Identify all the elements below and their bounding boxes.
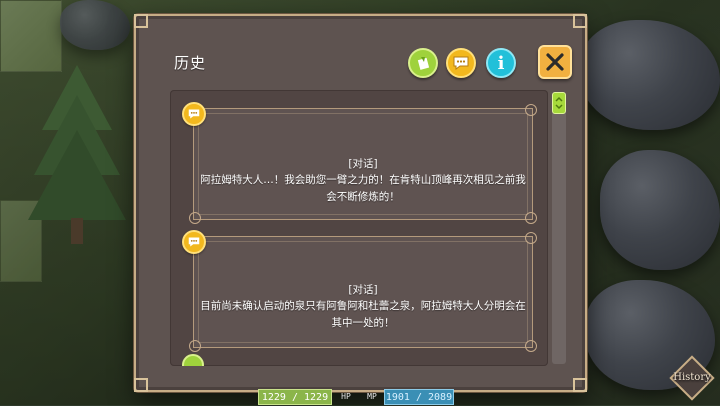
scrollbar-track[interactable] [552, 92, 566, 364]
scroll-arrows-icon [555, 96, 563, 110]
close-x-icon [546, 53, 564, 71]
history-button[interactable]: History [668, 355, 716, 402]
close-button[interactable] [538, 45, 572, 79]
mp-value: 1901 / 2089 [384, 389, 454, 405]
flourish [525, 104, 537, 116]
filter-dialogue-button[interactable] [446, 48, 476, 78]
scrollbar-thumb[interactable] [552, 92, 566, 114]
frame-corner [134, 378, 148, 392]
hp-label: HP [341, 392, 351, 401]
frame-corner [134, 14, 148, 28]
flourish [525, 232, 537, 244]
entry-type-tag: [对话] [348, 158, 378, 170]
history-window: 历史 i [对话] 阿拉姆特大人…！我会助您一臂之力的！在肯特山顶峰再次相见之前… [134, 14, 587, 392]
filter-notes-button[interactable] [408, 48, 438, 78]
entry-text: 目前尚未确认启动的泉只有阿鲁阿和杜蕾之泉，阿拉姆特大人分明会在 其中一处的！ [200, 300, 526, 329]
flourish [189, 340, 201, 352]
speech-bubble-icon [188, 237, 200, 247]
dialogue-entry-icon [182, 102, 206, 126]
info-icon: i [497, 52, 505, 74]
hp-value: 1229 / 1229 [258, 389, 332, 405]
flag-note-icon [417, 57, 430, 70]
mp-label: MP [367, 392, 377, 401]
frame-corner [573, 378, 587, 392]
flourish [189, 212, 201, 224]
note-entry-icon [182, 354, 204, 366]
window-title: 历史 [174, 54, 207, 72]
speech-bubble-icon [188, 109, 200, 119]
frame-corner [573, 14, 587, 28]
history-log-list[interactable]: [对话] 阿拉姆特大人…！我会助您一臂之力的！在肯特山顶峰再次相见之前我 会不断… [170, 90, 548, 366]
entry-type-tag: [对话] [348, 284, 378, 296]
history-button-label: History [673, 372, 711, 383]
entry-text: 阿拉姆特大人…！我会助您一臂之力的！在肯特山顶峰再次相见之前我 会不断修炼的！ [200, 174, 526, 203]
speech-bubble-icon [453, 56, 469, 70]
flourish [525, 340, 537, 352]
info-button[interactable]: i [486, 48, 516, 78]
flourish [525, 212, 537, 224]
dialogue-entry-icon [182, 230, 206, 254]
pine-tree [28, 65, 126, 244]
